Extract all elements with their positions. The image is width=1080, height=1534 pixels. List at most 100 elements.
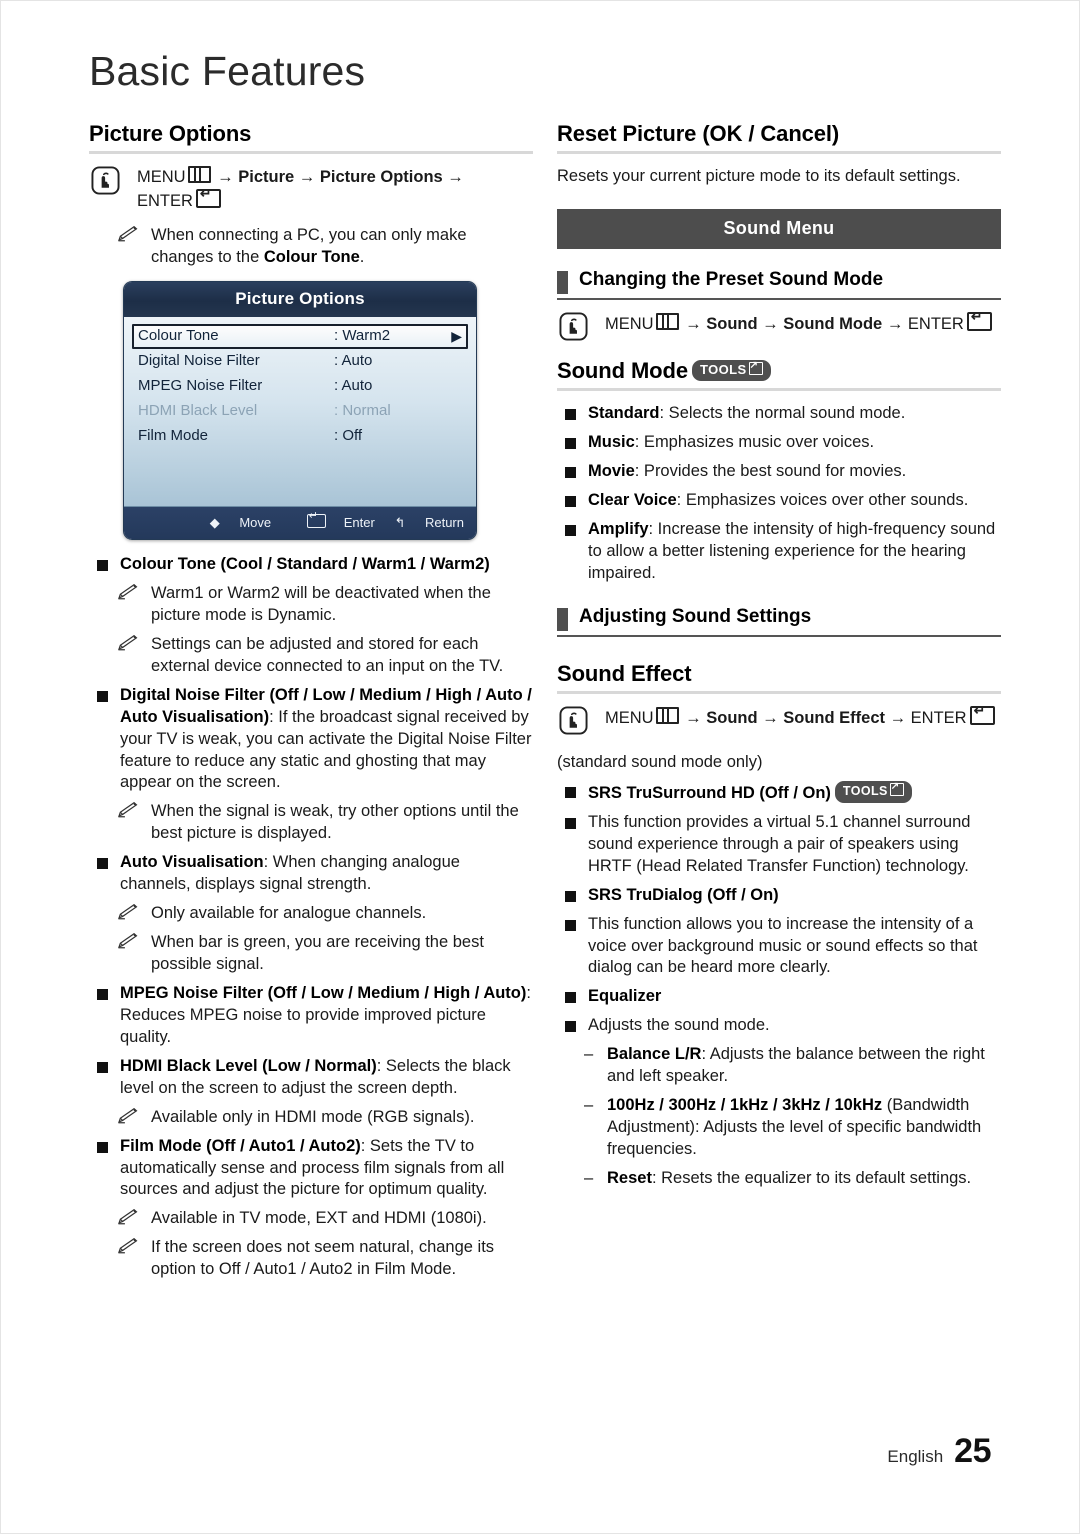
subsection-marker [557,271,568,295]
note-auto-visualisation-2: When bar is green, you are receiving the… [89,932,533,976]
heading-rule [557,388,1001,392]
menu-grid-icon [187,166,211,184]
item-auto-visualisation: Auto Visualisation: When changing analog… [89,852,533,896]
subsection-adjusting-sound-settings: Adjusting Sound Settings [557,606,1001,637]
tools-badge[interactable]: TOOLS [691,360,771,381]
section-heading-sound-mode: Sound Mode TOOLS [557,358,1001,383]
menu-path-sound-effect: MENU → Sound → Sound Effect → ENTER [557,703,1001,740]
enter-label: ENTER [907,315,964,334]
pencil-note-icon [118,802,138,818]
tools-arrow-icon [748,360,763,376]
enter-key-icon [306,510,326,529]
tools-arrow-icon [889,781,904,796]
right-column: Reset Picture (OK / Cancel) Resets your … [557,121,1001,1197]
item-hdmi-black-level: HDMI Black Level (Low / Normal): Selects… [89,1056,533,1100]
item-digital-noise-filter: Digital Noise Filter (Off / Low / Medium… [89,685,533,795]
subsection-changing-preset-sound-mode: Changing the Preset Sound Mode [557,269,1001,301]
tools-badge[interactable]: TOOLS [834,780,912,803]
sound-mode-item-music: Music: Emphasizes music over voices. [557,432,1001,454]
note-text: When bar is green, you are receiving the… [151,933,484,974]
pencil-note-icon [118,933,138,949]
item-title: Colour Tone (Cool / Standard / Warm1 / W… [120,555,490,574]
osd-row-colour-tone[interactable]: Colour Tone : Warm2 ▶ [132,324,468,350]
osd-row-label: Digital Noise Filter [138,352,260,370]
hand-press-icon [559,312,588,341]
item-desc: : Provides the best sound for movies. [634,462,907,481]
osd-hint-return: ↰ Return [394,515,464,531]
item-name: Music [588,433,635,452]
note-text: Only available for analogue channels. [151,904,427,923]
equalizer-sub-balance: Balance L/R: Adjusts the balance between… [557,1044,1001,1088]
item-name: Standard [588,404,660,423]
item-title: Film Mode (Off / Auto1 / Auto2) [120,1136,361,1155]
enter-label: ENTER [137,192,193,211]
menu-steps: → Sound → Sound Effect → [680,708,911,727]
body-text: This function provides a virtual 5.1 cha… [588,812,971,875]
hand-press-icon [559,706,588,735]
note-text: If the screen does not seem natural, cha… [151,1238,495,1279]
body-text: This function allows you to increase the… [588,914,978,977]
note-text: When the signal is weak, try other optio… [151,802,519,843]
osd-title: Picture Options [124,282,476,318]
item-desc: : Selects the normal sound mode. [659,404,906,423]
sound-mode-item-movie: Movie: Provides the best sound for movie… [557,461,1001,483]
band-sound-menu: Sound Menu [557,209,1001,250]
osd-row-arrow-icon: ▶ [451,327,462,344]
osd-hint-enter-label: Enter [343,515,375,531]
menu-path-sound-mode: MENU → Sound → Sound Mode → ENTER [557,309,1001,346]
subsection-heading: Adjusting Sound Settings [579,605,812,627]
note-film-mode-2: If the screen does not seem natural, cha… [89,1237,533,1281]
page-footer: English 25 [887,1432,991,1471]
section-heading-picture-options: Picture Options [89,121,252,146]
note-colour-tone-2: Settings can be adjusted and stored for … [89,634,533,678]
enter-key-icon [195,186,221,209]
sub-name: 100Hz / 300Hz / 1kHz / 3kHz / 10kHz [607,1096,883,1115]
item-title: SRS TruDialog (Off / On) [588,885,779,904]
osd-hint-return-label: Return [424,515,464,531]
osd-row-value: : Off [334,427,363,445]
note-text: Available only in HDMI mode (RGB signals… [151,1107,475,1126]
osd-row-value: : Auto [334,377,373,395]
menu-path-text: MENU → Sound → Sound Mode → ENTER [605,309,1001,336]
heading-rule [557,690,1001,694]
subsection-rule [557,634,1001,637]
note-film-mode-1: Available in TV mode, EXT and HDMI (1080… [89,1208,533,1230]
note-bold-colour-tone: Colour Tone [263,248,360,267]
item-name: Movie [588,462,635,481]
note-colour-tone-1: Warm1 or Warm2 will be deactivated when … [89,583,533,627]
sound-mode-item-amplify: Amplify: Increase the intensity of high-… [557,519,1001,585]
note-text-after: . [359,248,365,267]
sound-mode-item-standard: Standard: Selects the normal sound mode. [557,403,1001,425]
note-text: Settings can be adjusted and stored for … [151,634,504,675]
page-title: Basic Features [89,48,366,94]
item-title: Auto Visualisation [120,853,264,872]
osd-row-digital-noise-filter[interactable]: Digital Noise Filter : Auto [132,349,468,374]
osd-hint-enter: Enter [291,510,375,531]
equalizer-sub-bandwidth: 100Hz / 300Hz / 1kHz / 3kHz / 10kHz (Ban… [557,1095,1001,1161]
tools-badge-label: TOOLS [699,362,747,378]
osd-row-value: : Normal [334,402,391,420]
note-pc-colour-tone: When connecting a PC, you can only make … [89,225,533,269]
sub-desc: : Resets the equalizer to its default se… [651,1168,972,1187]
osd-row-film-mode[interactable]: Film Mode : Off [132,424,468,449]
equalizer-sub-reset: Reset: Resets the equalizer to its defau… [557,1168,1001,1190]
item-desc: : Emphasizes music over voices. [634,433,875,452]
osd-row-label: Colour Tone [138,327,219,345]
pencil-note-icon [118,1209,138,1225]
item-mpeg-noise-filter: MPEG Noise Filter (Off / Low / Medium / … [89,983,533,1049]
pencil-note-icon [118,1238,138,1254]
item-name: Clear Voice [588,491,677,510]
menu-steps: → Picture → Picture Options → [212,168,464,187]
body-equalizer: Adjusts the sound mode. [557,1015,1001,1037]
osd-row-label: Film Mode [138,427,209,445]
item-film-mode: Film Mode (Off / Auto1 / Auto2): Sets th… [89,1136,533,1202]
subsection-marker [557,607,568,631]
enter-key-icon [966,309,992,332]
menu-path-picture-options: MENU → Picture → Picture Options → ENTER [89,166,533,213]
item-name: Amplify [588,520,649,539]
osd-row-hdmi-black-level: HDMI Black Level : Normal [132,399,468,424]
osd-row-label: MPEG Noise Filter [138,377,263,395]
masthead: Basic Features [89,51,994,92]
osd-row-mpeg-noise-filter[interactable]: MPEG Noise Filter : Auto [132,374,468,399]
item-title: SRS TruSurround HD (Off / On) [588,783,831,802]
